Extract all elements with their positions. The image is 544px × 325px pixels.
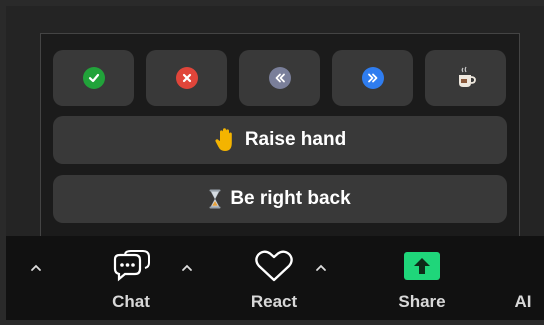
heart-icon — [253, 246, 295, 286]
react-options-caret-button[interactable] — [312, 260, 330, 276]
ai-companion-button[interactable]: AI — [503, 246, 543, 320]
red-x-icon — [175, 67, 198, 89]
raise-hand-label: Raise hand — [244, 129, 347, 150]
share-button[interactable]: Share — [382, 246, 462, 320]
chevron-up-icon — [31, 264, 41, 271]
options-caret-button[interactable] — [27, 260, 45, 276]
be-right-back-button[interactable]: Be right back — [53, 175, 507, 223]
hourglass-icon — [209, 189, 221, 209]
slow-down-icon — [268, 67, 291, 89]
coffee-reaction-button[interactable] — [425, 50, 506, 106]
speed-up-reaction-button[interactable] — [332, 50, 413, 106]
green-check-icon — [82, 67, 105, 89]
chat-bubble-icon — [111, 246, 151, 286]
react-label: React — [250, 292, 298, 311]
chat-options-caret-button[interactable] — [178, 260, 196, 276]
chat-button[interactable]: Chat — [91, 246, 171, 320]
coffee-cup-icon — [455, 66, 477, 90]
speed-up-icon — [361, 67, 384, 89]
slow-down-reaction-button[interactable] — [239, 50, 320, 106]
react-button[interactable]: React — [234, 246, 314, 320]
share-label: Share — [398, 292, 446, 311]
chevron-up-icon — [316, 264, 326, 271]
no-reaction-button[interactable] — [146, 50, 227, 106]
raised-hand-icon — [214, 127, 236, 153]
be-right-back-label: Be right back — [230, 188, 351, 209]
reactions-popup: Raise hand Be right back — [40, 33, 520, 243]
chevron-up-icon — [182, 264, 192, 271]
yes-reaction-button[interactable] — [53, 50, 134, 106]
chat-label: Chat — [112, 292, 150, 311]
meeting-window: Raise hand Be right back Chat React Shar… — [6, 6, 544, 320]
raise-hand-button[interactable]: Raise hand — [53, 116, 507, 164]
meeting-toolbar: Chat React Share AI — [6, 236, 544, 320]
ai-label: AI — [514, 292, 532, 311]
share-arrow-icon — [402, 246, 442, 286]
